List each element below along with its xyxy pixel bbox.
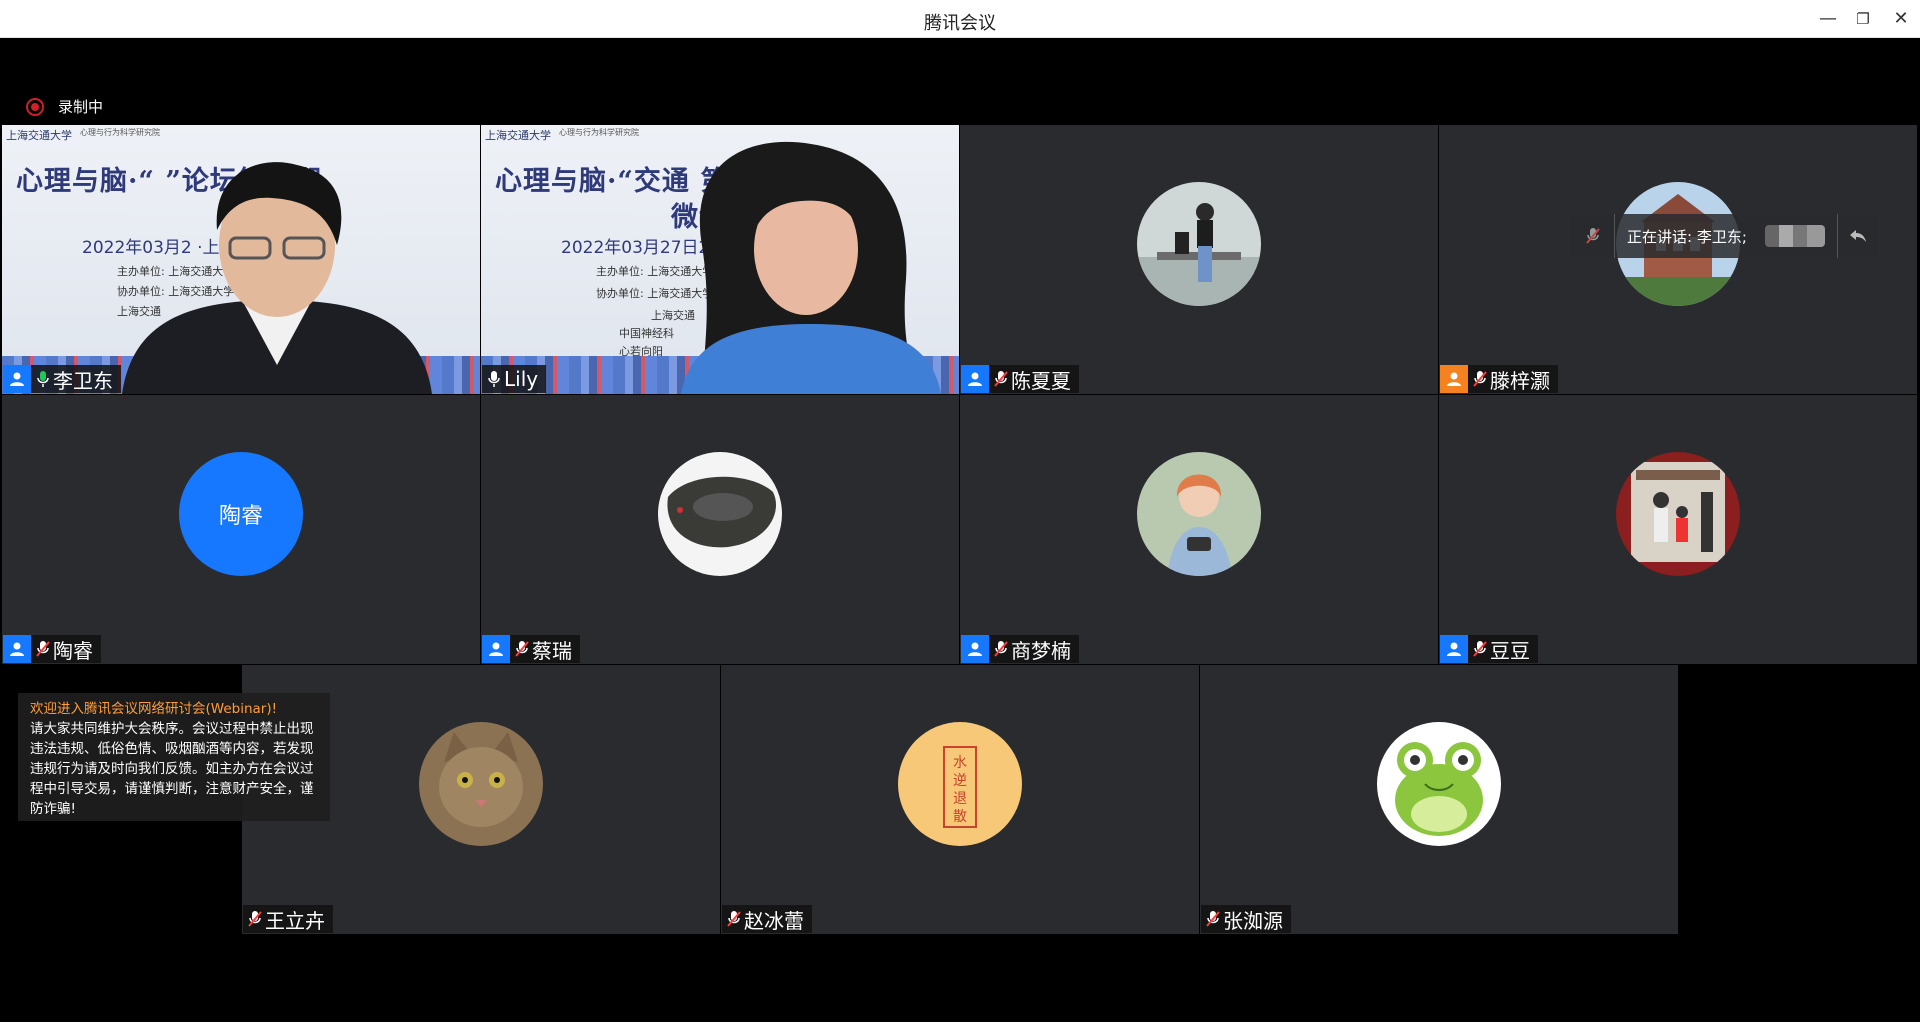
participant-video <box>122 162 432 394</box>
svg-text:散: 散 <box>953 809 967 825</box>
reply-icon[interactable] <box>1837 214 1877 258</box>
participant-name: 李卫东 <box>53 368 113 393</box>
video-tile-4[interactable]: 滕梓灏 <box>1439 125 1917 394</box>
institute-logo: 心理与行为科学研究院 <box>559 128 639 137</box>
participant-label: 豆豆 <box>1440 635 1538 663</box>
mic-off-icon <box>246 908 264 930</box>
video-tile-11[interactable]: 张洳源 <box>1200 665 1678 934</box>
person-icon <box>482 635 510 663</box>
mic-off-icon <box>992 368 1010 390</box>
participant-name: 商梦楠 <box>1011 638 1071 663</box>
recording-indicator[interactable]: 录制中 <box>26 96 103 117</box>
video-tile-2[interactable]: 上海交通大学 心理与行为科学研究院 心理与脑·“交通 第三期 微课 2022年0… <box>481 125 959 394</box>
mic-off-icon <box>34 638 52 660</box>
avatar <box>1377 722 1501 846</box>
video-tile-1[interactable]: 上海交通大学 心理与行为科学研究院 心理与脑·“ ”论坛第三期 2022年03月… <box>2 125 480 394</box>
mic-off-icon[interactable] <box>1571 214 1615 258</box>
svg-text:退: 退 <box>953 791 967 807</box>
participant-name: 豆豆 <box>1490 638 1530 663</box>
video-tile-5[interactable]: 陶睿 陶睿 <box>2 395 480 664</box>
recording-label: 录制中 <box>58 98 104 116</box>
speaking-label: 正在讲话: 李卫东; <box>1627 227 1747 246</box>
participant-name: 张洳源 <box>1223 908 1283 933</box>
university-logo: 上海交通大学 <box>485 129 551 142</box>
participant-label: 王立卉 <box>243 905 333 933</box>
avatar <box>658 452 782 576</box>
person-icon <box>961 365 989 393</box>
minimize-button[interactable]: — <box>1813 5 1843 33</box>
mic-off-icon <box>992 638 1010 660</box>
avatar: 陶睿 <box>179 452 303 576</box>
webinar-notice: 欢迎进入腾讯会议网络研讨会(Webinar)! 请大家共同维护大会秩序。会议过程… <box>18 693 330 821</box>
person-icon <box>961 635 989 663</box>
participant-label: Lily <box>482 365 547 393</box>
mic-off-icon <box>1471 368 1489 390</box>
participant-name: 滕梓灏 <box>1490 368 1550 393</box>
video-tile-3[interactable]: 陈夏夏 <box>960 125 1438 394</box>
participant-label: 蔡瑞 <box>482 635 580 663</box>
avatar <box>1616 452 1740 576</box>
video-tile-10[interactable]: 水逆退散 赵冰蕾 <box>721 665 1199 934</box>
title-bar: 腾讯会议 — ❐ ✕ <box>0 0 1920 38</box>
institute-logo: 心理与行为科学研究院 <box>80 128 160 137</box>
person-icon <box>3 365 31 393</box>
participant-label: 滕梓灏 <box>1440 365 1558 393</box>
person-icon <box>3 635 31 663</box>
participant-name: 陶睿 <box>53 638 93 663</box>
window-title: 腾讯会议 <box>924 13 996 34</box>
participant-label: 陶睿 <box>3 635 101 663</box>
video-tile-7[interactable]: 商梦楠 <box>960 395 1438 664</box>
speaking-indicator[interactable]: 正在讲话: 李卫东; <box>1571 214 1877 258</box>
restore-button[interactable]: ❐ <box>1848 5 1878 33</box>
mic-on-icon <box>34 368 52 390</box>
avatar: 水逆退散 <box>898 722 1022 846</box>
close-button[interactable]: ✕ <box>1886 5 1916 33</box>
participant-name: 蔡瑞 <box>532 638 572 663</box>
participant-name: 赵冰蕾 <box>744 908 804 933</box>
mic-off-icon <box>1204 908 1222 930</box>
participant-name: Lily <box>504 367 539 391</box>
participant-name: 陈夏夏 <box>1011 368 1071 393</box>
video-tile-8[interactable]: 豆豆 <box>1439 395 1917 664</box>
svg-text:水: 水 <box>953 755 967 771</box>
participant-label: 李卫东 <box>3 365 121 393</box>
mic-on-icon <box>485 368 503 390</box>
notice-body: 请大家共同维护大会秩序。会议过程中禁止出现违法违规、低俗色情、吸烟酗酒等内容，若… <box>30 721 314 817</box>
person-icon <box>1440 365 1468 393</box>
participant-label: 张洳源 <box>1201 905 1291 933</box>
participant-label: 赵冰蕾 <box>722 905 812 933</box>
mic-off-icon <box>513 638 531 660</box>
participant-name: 王立卉 <box>265 908 325 933</box>
avatar <box>419 722 543 846</box>
participant-label: 陈夏夏 <box>961 365 1079 393</box>
person-icon <box>1440 635 1468 663</box>
mic-off-icon <box>1471 638 1489 660</box>
participant-video <box>681 141 941 394</box>
university-logo: 上海交通大学 <box>6 129 72 142</box>
avatar <box>1137 452 1261 576</box>
mic-off-icon <box>725 908 743 930</box>
avatar <box>1137 182 1261 306</box>
blurred-names <box>1764 225 1825 247</box>
video-tile-6[interactable]: 蔡瑞 <box>481 395 959 664</box>
svg-text:逆: 逆 <box>953 773 967 789</box>
participant-label: 商梦楠 <box>961 635 1079 663</box>
record-icon <box>26 97 44 116</box>
notice-heading: 欢迎进入腾讯会议网络研讨会(Webinar)! <box>30 701 278 717</box>
